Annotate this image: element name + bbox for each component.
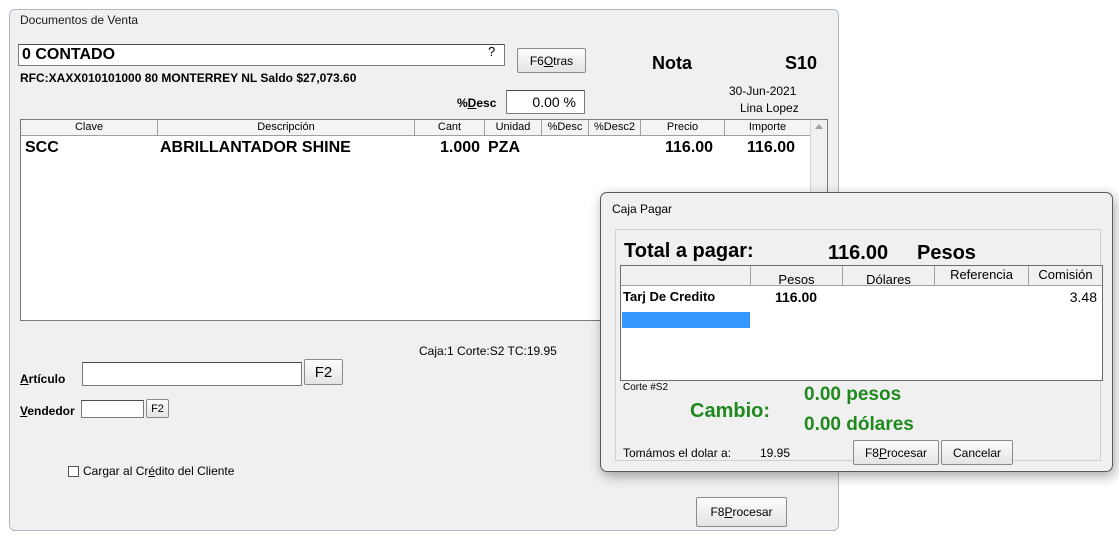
seller-input[interactable] <box>81 400 144 418</box>
scroll-up-icon[interactable] <box>815 124 823 129</box>
discount-value: 0.00 % <box>532 94 576 110</box>
article-lookup-button[interactable]: F2 <box>304 359 343 385</box>
column-header-descripcion[interactable]: Descripción <box>158 120 415 136</box>
document-date: 30-Jun-2021 <box>729 84 797 98</box>
document-type: Nota <box>652 53 692 73</box>
column-header-unidad[interactable]: Unidad <box>485 120 542 136</box>
cell-importe[interactable]: 116.00 <box>747 139 795 157</box>
payment-amount[interactable]: 116.00 <box>775 289 817 305</box>
seller-label: Vendedor <box>20 404 75 418</box>
customer-field[interactable]: 0 CONTADO <box>18 44 505 66</box>
column-header-clave[interactable]: Clave <box>21 120 158 136</box>
customer-info: RFC:XAXX010101000 80 MONTERREY NL Saldo … <box>20 71 357 85</box>
change-dollars: 0.00 dólares <box>804 414 914 435</box>
column-header-importe[interactable]: Importe <box>725 120 811 136</box>
window-title: Documentos de Venta <box>20 13 139 27</box>
payment-dialog: Caja Pagar Total a pagar: 116.00 Pesos P… <box>600 192 1113 472</box>
customer-help-button[interactable]: ? <box>488 44 495 59</box>
seller-lookup-button[interactable]: F2 <box>146 399 169 418</box>
column-header-pesos[interactable]: Pesos <box>751 266 843 286</box>
dialog-cancel-button[interactable]: Cancelar <box>941 440 1013 465</box>
process-button[interactable]: F8 Procesar <box>696 497 787 527</box>
column-header-cant[interactable]: Cant <box>415 120 485 136</box>
column-header-precio[interactable]: Precio <box>641 120 725 136</box>
change-pesos: 0.00 pesos <box>804 384 902 405</box>
customer-name: 0 CONTADO <box>22 46 116 63</box>
payment-grid[interactable]: Pesos Dólares Referencia Comisión Tarj D… <box>620 265 1103 381</box>
cell-clave[interactable]: SCC <box>25 139 59 157</box>
dialog-process-button[interactable]: F8 Procesar <box>853 440 939 465</box>
article-label: Artículo <box>20 372 66 386</box>
document-series: S10 <box>785 53 818 73</box>
dollar-rate-value: 19.95 <box>760 446 791 460</box>
cell-unidad[interactable]: PZA <box>488 139 520 157</box>
total-currency: Pesos <box>917 242 976 264</box>
column-header-method[interactable] <box>621 266 751 286</box>
payment-commission[interactable]: 3.48 <box>1070 289 1097 305</box>
dialog-title: Caja Pagar <box>612 202 673 216</box>
document-user: Lina Lopez <box>740 101 799 115</box>
article-input[interactable] <box>82 362 302 386</box>
credit-checkbox-label[interactable]: Cargar al Crédito del Cliente <box>83 464 234 478</box>
selected-cell[interactable] <box>622 312 750 328</box>
total-amount: 116.00 <box>828 242 889 264</box>
payment-method[interactable]: Tarj De Credito <box>623 289 715 304</box>
other-options-button[interactable]: F6 Otras <box>517 48 586 73</box>
column-header-comision[interactable]: Comisión <box>1029 266 1102 286</box>
total-label: Total a pagar: <box>624 240 754 262</box>
cell-cant[interactable]: 1.000 <box>440 139 480 157</box>
discount-label: %Desc <box>457 96 497 110</box>
column-header-desc2[interactable]: %Desc2 <box>589 120 641 136</box>
discount-field[interactable]: 0.00 % <box>506 90 585 114</box>
cell-descripcion[interactable]: ABRILLANTADOR SHINE <box>160 139 351 157</box>
dollar-rate-label: Tomámos el dolar a: <box>623 446 732 460</box>
column-header-desc[interactable]: %Desc <box>542 120 589 136</box>
register-info: Caja:1 Corte:S2 TC:19.95 <box>419 344 557 358</box>
corte-label: Corte #S2 <box>623 382 669 393</box>
column-header-dolares[interactable]: Dólares <box>843 266 935 286</box>
column-header-referencia[interactable]: Referencia <box>935 266 1029 286</box>
cell-precio[interactable]: 116.00 <box>665 139 713 157</box>
change-label: Cambio: <box>690 400 770 422</box>
credit-checkbox[interactable] <box>68 466 79 477</box>
